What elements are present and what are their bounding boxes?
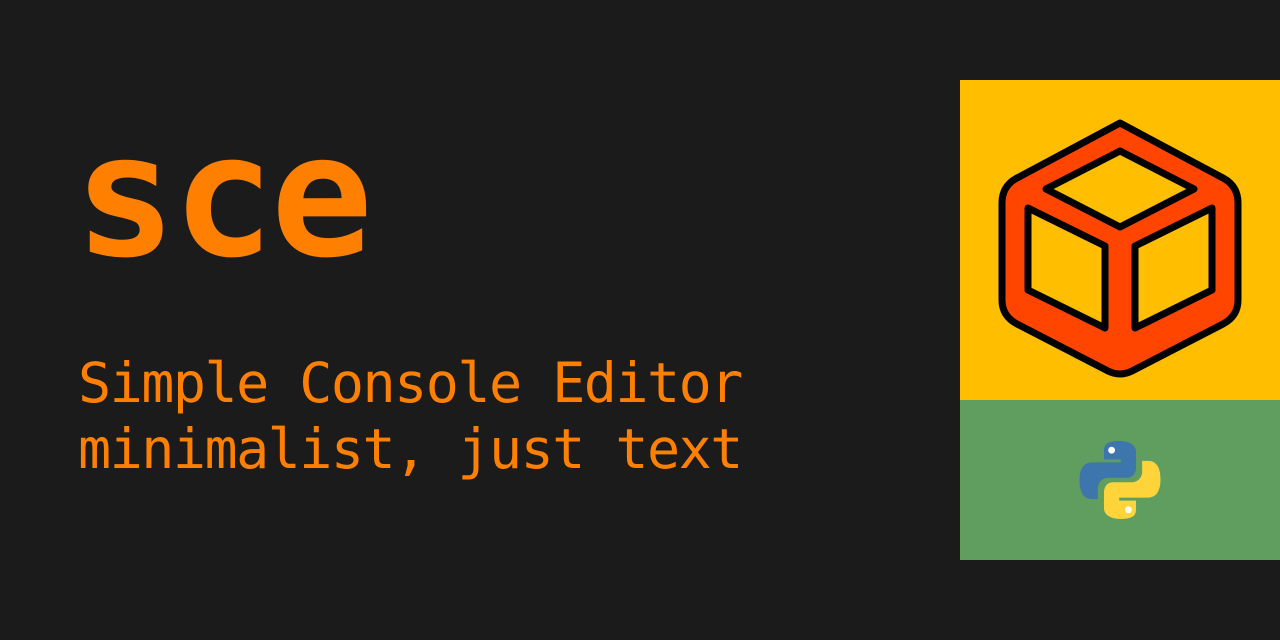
- cube-icon: [998, 119, 1242, 378]
- tagline-line-2: minimalist, just text: [78, 417, 743, 481]
- logo-panel: [960, 80, 1280, 400]
- tagline-line-1: Simple Console Editor: [78, 351, 743, 415]
- app-title: sce: [74, 98, 373, 296]
- python-logo-icon: [1079, 441, 1161, 519]
- python-panel: [960, 400, 1280, 560]
- banner: sce Simple Console Editor minimalist, ju…: [0, 0, 1280, 640]
